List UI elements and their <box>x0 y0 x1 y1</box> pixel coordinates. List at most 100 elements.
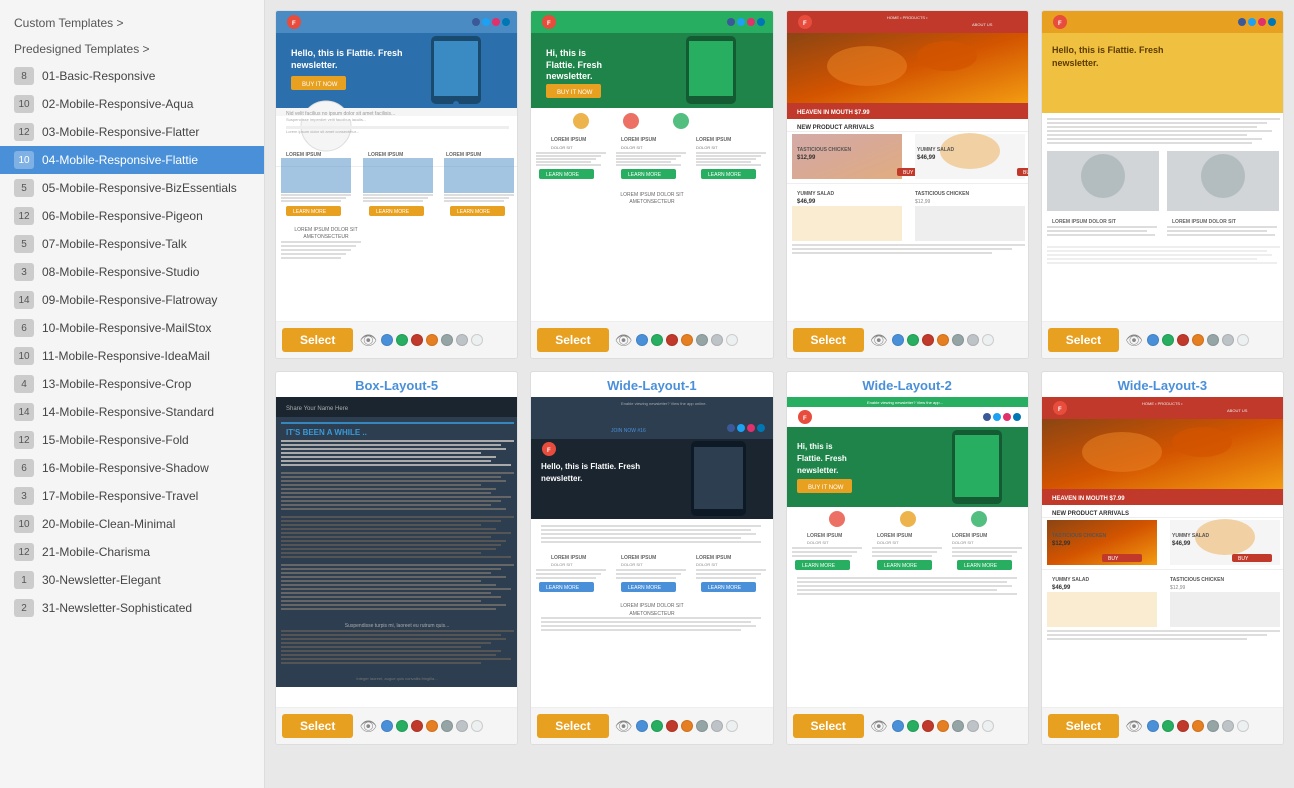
sidebar-item-30-newsletter-elegant[interactable]: 130-Newsletter-Elegant <box>0 566 264 594</box>
svg-text:TASTICIOUS CHICKEN: TASTICIOUS CHICKEN <box>915 191 969 197</box>
eye-icon-7[interactable]: 👁 <box>870 718 888 735</box>
sidebar-item-17-mobile-responsive-travel[interactable]: 317-Mobile-Responsive-Travel <box>0 482 264 510</box>
color-dot[interactable] <box>1177 334 1189 346</box>
color-dot[interactable] <box>1222 334 1234 346</box>
sidebar-item-16-mobile-responsive-shadow[interactable]: 616-Mobile-Responsive-Shadow <box>0 454 264 482</box>
color-dot[interactable] <box>937 334 949 346</box>
color-dot[interactable] <box>426 334 438 346</box>
sidebar-item-01-basic-responsive[interactable]: 801-Basic-Responsive <box>0 62 264 90</box>
eye-icon-4[interactable]: 👁 <box>1125 332 1143 349</box>
color-dot[interactable] <box>636 334 648 346</box>
color-dot[interactable] <box>681 720 693 732</box>
sidebar-item-13-mobile-responsive-crop[interactable]: 413-Mobile-Responsive-Crop <box>0 370 264 398</box>
eye-icon-5[interactable]: 👁 <box>359 718 377 735</box>
color-dot[interactable] <box>937 720 949 732</box>
sidebar-item-21-mobile-charisma[interactable]: 1221-Mobile-Charisma <box>0 538 264 566</box>
sidebar-item-09-mobile-responsive-flatroway[interactable]: 1409-Mobile-Responsive-Flatroway <box>0 286 264 314</box>
svg-text:ABOUT US: ABOUT US <box>972 22 993 27</box>
eye-icon-8[interactable]: 👁 <box>1125 718 1143 735</box>
color-dot[interactable] <box>696 720 708 732</box>
select-button-4[interactable]: Select <box>1048 328 1119 352</box>
select-button-6[interactable]: Select <box>537 714 608 738</box>
color-dot[interactable] <box>441 334 453 346</box>
color-dot[interactable] <box>952 334 964 346</box>
color-dot[interactable] <box>1207 334 1219 346</box>
color-dot[interactable] <box>892 720 904 732</box>
color-dot[interactable] <box>1222 720 1234 732</box>
predesigned-templates-link[interactable]: Predesigned Templates > <box>0 36 264 62</box>
color-dot[interactable] <box>396 334 408 346</box>
color-dot[interactable] <box>696 334 708 346</box>
svg-text:LOREM IPSUM: LOREM IPSUM <box>696 555 731 561</box>
color-dot[interactable] <box>1147 720 1159 732</box>
sidebar-item-15-mobile-responsive-fold[interactable]: 1215-Mobile-Responsive-Fold <box>0 426 264 454</box>
sidebar-item-31-newsletter-sophisticated[interactable]: 231-Newsletter-Sophisticated <box>0 594 264 622</box>
template-title-5: Box-Layout-5 <box>276 372 517 397</box>
color-dot[interactable] <box>456 720 468 732</box>
custom-templates-link[interactable]: Custom Templates > <box>0 10 264 36</box>
color-dot[interactable] <box>666 720 678 732</box>
sidebar-item-08-mobile-responsive-studio[interactable]: 308-Mobile-Responsive-Studio <box>0 258 264 286</box>
color-dot[interactable] <box>726 720 738 732</box>
color-dot[interactable] <box>426 720 438 732</box>
color-dot[interactable] <box>666 334 678 346</box>
color-dot[interactable] <box>1177 720 1189 732</box>
color-dot[interactable] <box>1207 720 1219 732</box>
color-dot[interactable] <box>396 720 408 732</box>
color-dot[interactable] <box>411 720 423 732</box>
color-dot[interactable] <box>1192 720 1204 732</box>
sidebar-item-14-mobile-responsive-standard[interactable]: 1414-Mobile-Responsive-Standard <box>0 398 264 426</box>
color-dot[interactable] <box>381 720 393 732</box>
eye-icon-2[interactable]: 👁 <box>615 332 633 349</box>
color-dot[interactable] <box>892 334 904 346</box>
sidebar-item-10-mobile-responsive-mailstox[interactable]: 610-Mobile-Responsive-MailStox <box>0 314 264 342</box>
select-button-2[interactable]: Select <box>537 328 608 352</box>
color-dot[interactable] <box>907 334 919 346</box>
color-dot[interactable] <box>381 334 393 346</box>
color-dot[interactable] <box>952 720 964 732</box>
select-button-7[interactable]: Select <box>793 714 864 738</box>
svg-text:$46,99: $46,99 <box>1172 541 1191 547</box>
color-dot[interactable] <box>441 720 453 732</box>
sidebar-item-07-mobile-responsive-talk[interactable]: 507-Mobile-Responsive-Talk <box>0 230 264 258</box>
color-dot[interactable] <box>411 334 423 346</box>
color-dot[interactable] <box>982 334 994 346</box>
color-dot[interactable] <box>922 334 934 346</box>
sidebar-item-04-mobile-responsive-flattie[interactable]: 1004-Mobile-Responsive-Flattie <box>0 146 264 174</box>
sidebar-item-20-mobile-clean-minimal[interactable]: 1020-Mobile-Clean-Minimal <box>0 510 264 538</box>
eye-icon-1[interactable]: 👁 <box>359 332 377 349</box>
color-dot[interactable] <box>967 334 979 346</box>
color-dot[interactable] <box>636 720 648 732</box>
template-card-7: Wide-Layout-2 Enable viewing newsletter?… <box>786 371 1029 745</box>
color-dot[interactable] <box>982 720 994 732</box>
select-button-3[interactable]: Select <box>793 328 864 352</box>
color-dot[interactable] <box>711 720 723 732</box>
color-dot[interactable] <box>1162 720 1174 732</box>
eye-icon-6[interactable]: 👁 <box>615 718 633 735</box>
select-button-5[interactable]: Select <box>282 714 353 738</box>
color-dot[interactable] <box>907 720 919 732</box>
color-dot[interactable] <box>1192 334 1204 346</box>
color-dot[interactable] <box>922 720 934 732</box>
select-button-1[interactable]: Select <box>282 328 353 352</box>
sidebar-item-06-mobile-responsive-pigeon[interactable]: 1206-Mobile-Responsive-Pigeon <box>0 202 264 230</box>
sidebar-item-05-mobile-responsive-bizessentials[interactable]: 505-Mobile-Responsive-BizEssentials <box>0 174 264 202</box>
color-dot[interactable] <box>1237 720 1249 732</box>
color-dot[interactable] <box>1147 334 1159 346</box>
color-dot[interactable] <box>967 720 979 732</box>
color-dot[interactable] <box>681 334 693 346</box>
eye-icon-3[interactable]: 👁 <box>870 332 888 349</box>
color-dot[interactable] <box>1162 334 1174 346</box>
color-dot[interactable] <box>456 334 468 346</box>
color-dot[interactable] <box>726 334 738 346</box>
select-button-8[interactable]: Select <box>1048 714 1119 738</box>
color-dot[interactable] <box>711 334 723 346</box>
color-dot[interactable] <box>471 334 483 346</box>
sidebar-item-11-mobile-responsive-ideamail[interactable]: 1011-Mobile-Responsive-IdeaMail <box>0 342 264 370</box>
color-dot[interactable] <box>1237 334 1249 346</box>
color-dot[interactable] <box>651 334 663 346</box>
color-dot[interactable] <box>651 720 663 732</box>
sidebar-item-02-mobile-responsive-aqua[interactable]: 1002-Mobile-Responsive-Aqua <box>0 90 264 118</box>
color-dot[interactable] <box>471 720 483 732</box>
sidebar-item-03-mobile-responsive-flatter[interactable]: 1203-Mobile-Responsive-Flatter <box>0 118 264 146</box>
